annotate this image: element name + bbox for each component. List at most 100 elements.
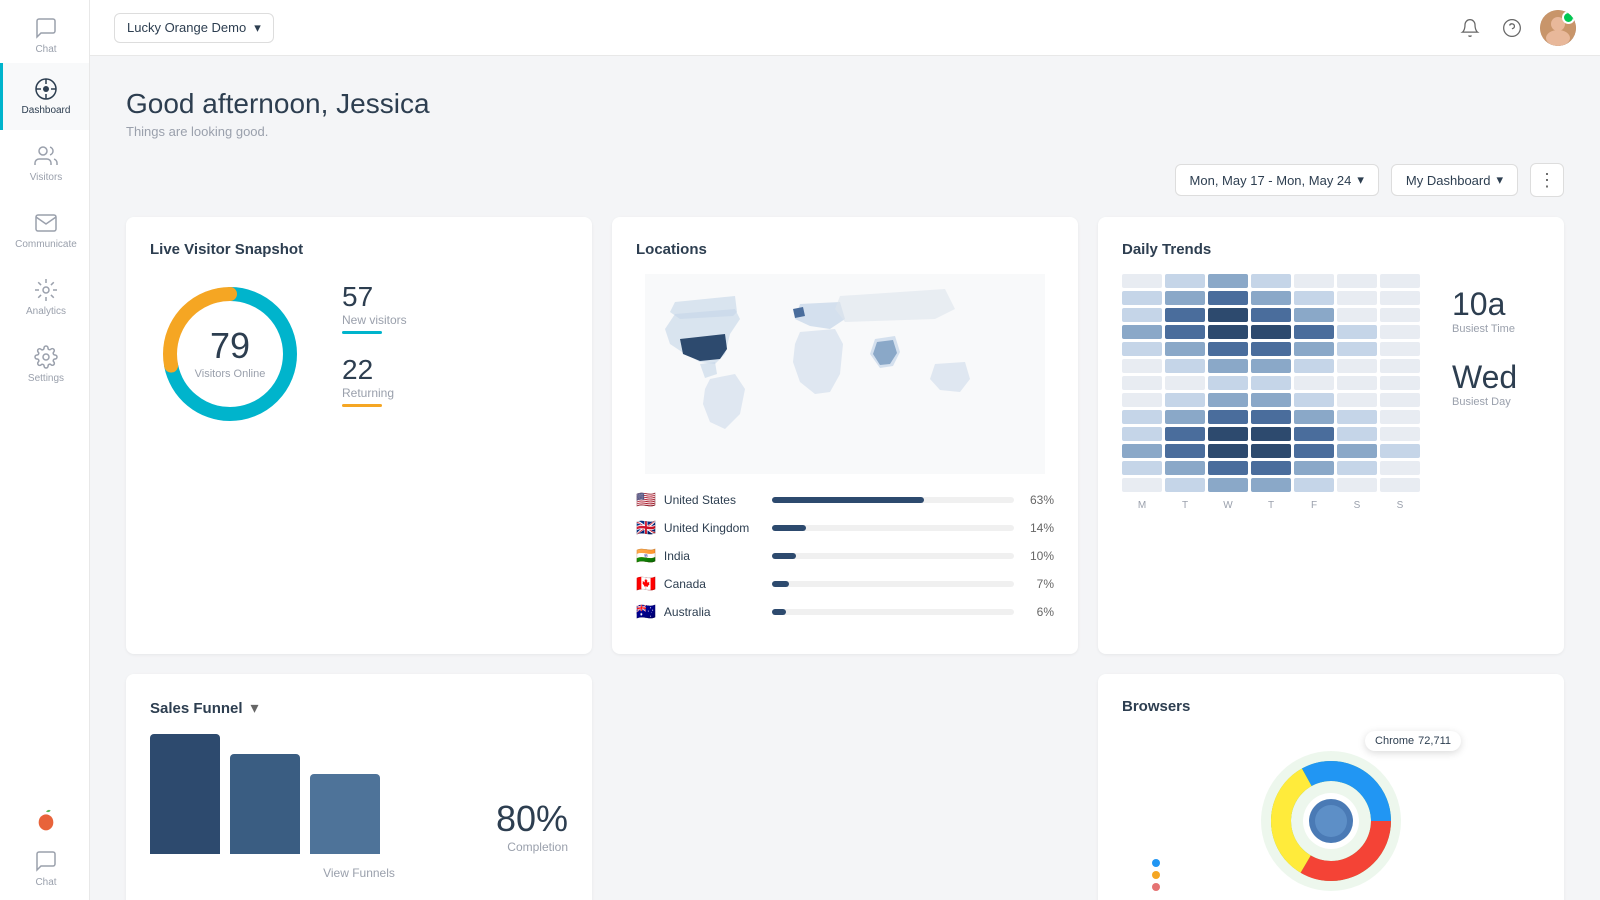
trends-cell — [1337, 308, 1377, 322]
donut-number: 79 — [195, 328, 266, 364]
top-cards-grid: Live Visitor Snapshot 79 — [126, 217, 1564, 654]
country-pct: 14% — [1022, 521, 1054, 535]
trends-cell — [1165, 427, 1205, 441]
trends-cell — [1380, 359, 1420, 373]
date-range-selector[interactable]: Mon, May 17 - Mon, May 24 ▾ — [1175, 164, 1379, 196]
trends-cell — [1294, 325, 1334, 339]
funnel-bar-2 — [230, 754, 300, 854]
help-icon[interactable] — [1498, 14, 1526, 42]
trends-cell — [1380, 274, 1420, 288]
country-bar — [772, 497, 925, 503]
date-range-label: Mon, May 17 - Mon, May 24 — [1190, 173, 1352, 188]
trends-day-label: T — [1165, 500, 1205, 511]
trends-cell — [1122, 410, 1162, 424]
funnel-title: Sales Funnel — [150, 700, 243, 717]
main-content: Lucky Orange Demo ▾ — [90, 0, 1600, 900]
notification-icon[interactable] — [1456, 14, 1484, 42]
site-selector-arrow: ▾ — [254, 20, 261, 36]
trends-cell — [1122, 359, 1162, 373]
trends-cell — [1380, 308, 1420, 322]
view-funnels-link[interactable]: View Funnels — [150, 866, 568, 880]
sidebar-item-analytics[interactable]: Analytics — [0, 264, 89, 331]
trends-cell — [1337, 444, 1377, 458]
sidebar-item-chat-bottom[interactable]: Chat — [0, 841, 89, 900]
funnel-arrow-icon[interactable]: ▾ — [251, 698, 259, 718]
trends-cell — [1165, 325, 1205, 339]
dashboard-selector[interactable]: My Dashboard ▾ — [1391, 164, 1518, 196]
sidebar-dashboard-label: Dashboard — [22, 105, 71, 116]
trends-cell — [1294, 342, 1334, 356]
funnel-pct: 80% — [496, 798, 568, 840]
sidebar-item-visitors[interactable]: Visitors — [0, 130, 89, 197]
busiest-time-stat: 10a Busiest Time — [1452, 286, 1540, 335]
new-label: New visitors — [342, 313, 407, 327]
site-selector[interactable]: Lucky Orange Demo ▾ — [114, 13, 274, 43]
trends-cell — [1165, 376, 1205, 390]
sidebar-item-chat-top[interactable]: Chat — [0, 0, 89, 63]
browser-label-bubble: Chrome 72,711 — [1365, 731, 1461, 751]
funnel-pct-label: Completion — [496, 840, 568, 854]
funnel-bar-3 — [310, 774, 380, 854]
sales-funnel-card: Sales Funnel ▾ 80% Completion View Funne… — [126, 674, 592, 900]
busiest-time-value: 10a — [1452, 286, 1540, 323]
country-flag: 🇬🇧 — [636, 518, 656, 538]
trends-cell — [1122, 444, 1162, 458]
trends-cell — [1337, 325, 1377, 339]
browser-donut-container: Chrome 72,711 — [1251, 741, 1411, 900]
trends-day-label: M — [1122, 500, 1162, 511]
trends-cell — [1337, 410, 1377, 424]
country-pct: 6% — [1022, 605, 1054, 619]
trends-cell — [1251, 478, 1291, 492]
page-title: Good afternoon, Jessica — [126, 88, 1564, 120]
country-bar-bg — [772, 581, 1014, 587]
trends-cell — [1251, 461, 1291, 475]
new-count: 57 — [342, 281, 407, 313]
country-bar-bg — [772, 553, 1014, 559]
country-item: 🇦🇺 Australia 6% — [636, 602, 1054, 622]
trends-cell — [1208, 461, 1248, 475]
trends-cell — [1337, 461, 1377, 475]
chat-bottom-icon — [34, 849, 58, 873]
sidebar-item-dashboard[interactable]: Dashboard — [0, 63, 89, 130]
trends-cell — [1165, 274, 1205, 288]
topbar-icons — [1456, 10, 1576, 46]
more-menu-button[interactable]: ⋮ — [1530, 163, 1564, 197]
visitor-stats: 57 New visitors 22 Returning — [342, 281, 407, 427]
trends-cell — [1165, 291, 1205, 305]
trends-cell — [1294, 478, 1334, 492]
page-subtitle: Things are looking good. — [126, 124, 1564, 139]
user-avatar[interactable] — [1540, 10, 1576, 46]
country-bar — [772, 609, 787, 615]
trends-day-label: S — [1337, 500, 1377, 511]
trends-cell — [1208, 325, 1248, 339]
sidebar-settings-label: Settings — [28, 373, 64, 384]
sidebar-item-settings[interactable]: Settings — [0, 331, 89, 398]
trends-cell — [1337, 376, 1377, 390]
sidebar-chat-top-label: Chat — [35, 44, 56, 55]
browsers-card: Browsers — [1098, 674, 1564, 900]
trends-cell — [1208, 478, 1248, 492]
trends-cell — [1337, 427, 1377, 441]
topbar: Lucky Orange Demo ▾ — [90, 0, 1600, 56]
trends-cell — [1208, 393, 1248, 407]
trends-cell — [1380, 444, 1420, 458]
country-bar — [772, 581, 789, 587]
trends-cell — [1337, 359, 1377, 373]
trends-cell — [1251, 291, 1291, 305]
country-flag: 🇮🇳 — [636, 546, 656, 566]
country-name: United Kingdom — [664, 521, 764, 535]
trends-cell — [1337, 478, 1377, 492]
trends-cell — [1380, 325, 1420, 339]
sidebar-item-communicate[interactable]: Communicate — [0, 197, 89, 264]
trends-cell — [1251, 393, 1291, 407]
country-flag: 🇨🇦 — [636, 574, 656, 594]
country-bar-bg — [772, 609, 1014, 615]
country-item: 🇺🇸 United States 63% — [636, 490, 1054, 510]
trends-cell — [1165, 461, 1205, 475]
busiest-day-label: Busiest Day — [1452, 396, 1540, 408]
trends-cell — [1294, 427, 1334, 441]
new-visitors-stat: 57 New visitors — [342, 281, 407, 334]
trends-cell — [1380, 291, 1420, 305]
funnel-body: 80% Completion — [150, 734, 568, 854]
trends-cell — [1122, 427, 1162, 441]
